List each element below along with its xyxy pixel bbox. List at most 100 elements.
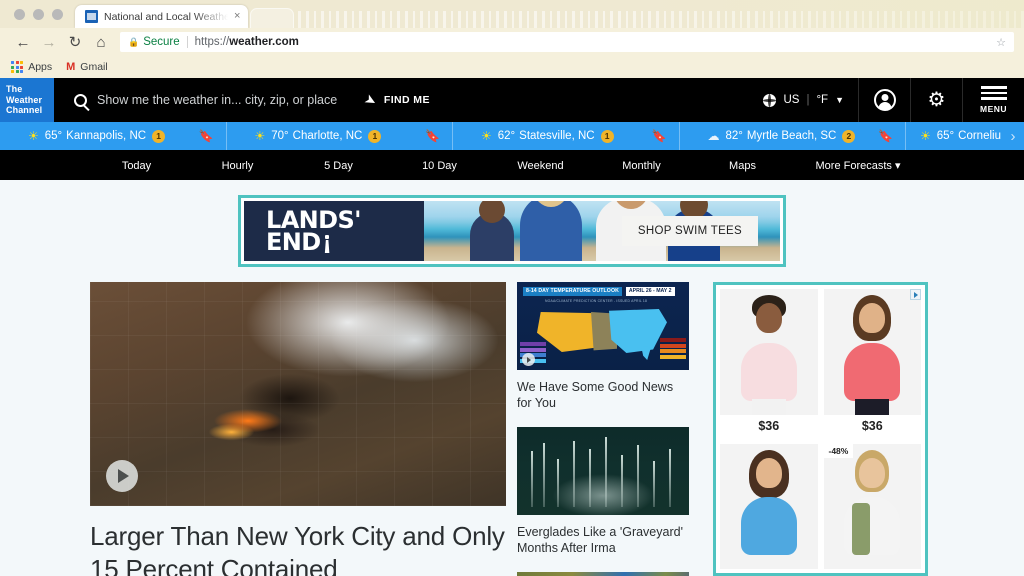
alert-badge[interactable]: 1 xyxy=(601,130,614,143)
nav-tab-hourly[interactable]: Hourly xyxy=(222,160,254,172)
product-price: $36 xyxy=(824,415,922,438)
lock-icon: 🔒 xyxy=(128,37,139,48)
globe-icon xyxy=(763,94,776,107)
sun-icon: ☀ xyxy=(481,130,492,142)
product-tile[interactable]: $36 xyxy=(824,289,922,438)
map-header: 8-14 DAY TEMPERATURE OUTLOOK APRIL 26 - … xyxy=(523,286,683,296)
cloud-icon: ☁ xyxy=(708,130,720,142)
play-button-icon[interactable] xyxy=(106,460,138,492)
location-arrow-icon: ➤ xyxy=(362,91,379,109)
bookmark-icon[interactable]: 🔖 xyxy=(199,130,214,142)
alert-badge[interactable]: 1 xyxy=(152,130,165,143)
close-window-button[interactable] xyxy=(14,9,25,20)
location-city: Corneliu xyxy=(958,130,1001,142)
forward-button[interactable]: → xyxy=(36,35,62,50)
coral-peasant-blouse[interactable] xyxy=(824,289,922,415)
blue-floral-top[interactable] xyxy=(720,444,818,570)
bookmark-apps[interactable]: Apps xyxy=(11,61,60,73)
browser-tab[interactable]: National and Local Weather Ra × xyxy=(75,5,248,28)
omnibox-divider xyxy=(187,36,188,48)
map-legend-right xyxy=(660,338,686,360)
pink-bell-sleeve-top[interactable] xyxy=(720,289,818,415)
menu-label: MENU xyxy=(980,104,1007,114)
web-page: The Weather Channel Show me the weather … xyxy=(0,78,1024,576)
sun-icon: ☀ xyxy=(920,130,931,142)
discount-badge: -48% xyxy=(824,444,854,458)
product-tile[interactable] xyxy=(720,444,818,570)
banner-ad-brand: LANDS' END xyxy=(244,201,424,261)
article-card-thumbnail[interactable] xyxy=(517,572,689,576)
reload-button[interactable]: ↻ xyxy=(62,35,88,50)
site-logo[interactable]: The Weather Channel xyxy=(0,78,54,122)
adchoices-icon[interactable] xyxy=(910,289,921,300)
product-ad-highlight: $36 $36 xyxy=(713,282,928,576)
location-city: Statesville, NC xyxy=(519,130,594,142)
everglades-dead-trees-photo[interactable] xyxy=(517,427,689,515)
close-icon[interactable]: × xyxy=(234,11,240,22)
article-title[interactable]: We Have Some Good News for You xyxy=(517,379,689,411)
location-item[interactable]: ☀ 65° Corneliu xyxy=(906,122,1002,150)
secondary-articles-column: 8-14 DAY TEMPERATURE OUTLOOK APRIL 26 - … xyxy=(517,282,689,576)
wildfire-aerial-image[interactable] xyxy=(90,282,506,506)
bookmarks-bar: Apps M Gmail xyxy=(0,56,1024,78)
address-bar[interactable]: 🔒 Secure https:// weather.com ☆ xyxy=(120,32,1014,52)
maximize-window-button[interactable] xyxy=(52,9,63,20)
new-tab-button[interactable] xyxy=(250,8,294,28)
home-button[interactable]: ⌂ xyxy=(88,35,114,50)
bookmark-gmail[interactable]: M Gmail xyxy=(66,61,116,73)
apps-grid-icon xyxy=(11,61,23,73)
location-temp: 65° xyxy=(937,130,954,142)
region-unit-selector[interactable]: US | °F ▼ xyxy=(749,78,858,122)
bookmark-icon[interactable]: 🔖 xyxy=(878,130,893,142)
banner-ad-photo: SHOP SWIM TEES xyxy=(424,201,780,261)
chevron-down-icon: ▼ xyxy=(835,95,844,105)
logo-line-1: The xyxy=(6,84,54,95)
nav-tab-maps[interactable]: Maps xyxy=(729,160,756,172)
nav-tab-more-forecasts[interactable]: More Forecasts ▾ xyxy=(816,159,901,172)
play-button-icon[interactable] xyxy=(522,353,535,366)
next-locations-button[interactable]: › xyxy=(1002,128,1024,145)
hero-article[interactable]: Larger Than New York City and Only 15 Pe… xyxy=(90,282,506,576)
alert-badge[interactable]: 1 xyxy=(368,130,381,143)
article-card[interactable]: 8-14 DAY TEMPERATURE OUTLOOK APRIL 26 - … xyxy=(517,282,689,411)
menu-button[interactable]: MENU xyxy=(962,78,1024,122)
unit-divider: | xyxy=(806,94,809,106)
green-print-vest[interactable] xyxy=(824,444,922,570)
nav-tab-weekend[interactable]: Weekend xyxy=(517,160,563,172)
location-item[interactable]: ☀ 62° Statesville, NC 1 🔖 xyxy=(453,122,680,150)
logo-line-2: Weather xyxy=(6,95,54,106)
map-dates: APRIL 26 - MAY 2 xyxy=(626,287,675,296)
browser-toolbar: ← → ↻ ⌂ 🔒 Secure https:// weather.com ☆ xyxy=(0,28,1024,56)
shop-swim-tees-button[interactable]: SHOP SWIM TEES xyxy=(622,216,758,246)
location-item[interactable]: ☀ 65° Kannapolis, NC 1 🔖 xyxy=(0,122,227,150)
map-badge: 8-14 DAY TEMPERATURE OUTLOOK xyxy=(523,287,622,296)
window-controls[interactable] xyxy=(0,9,75,28)
alert-badge[interactable]: 2 xyxy=(842,130,855,143)
banner-ad[interactable]: LANDS' END SHOP SWIM TEES xyxy=(244,201,780,261)
nav-tab-today[interactable]: Today xyxy=(122,160,151,172)
star-icon[interactable]: ☆ xyxy=(996,36,1006,49)
nav-tab-5-day[interactable]: 5 Day xyxy=(324,160,353,172)
gmail-icon: M xyxy=(66,61,75,73)
temperature-outlook-map[interactable]: 8-14 DAY TEMPERATURE OUTLOOK APRIL 26 - … xyxy=(517,282,689,370)
product-ad-grid: $36 $36 xyxy=(720,289,921,569)
product-tile[interactable]: -48% xyxy=(824,444,922,570)
location-item[interactable]: ☀ 70° Charlotte, NC 1 🔖 xyxy=(227,122,454,150)
minimize-window-button[interactable] xyxy=(33,9,44,20)
search-area[interactable]: Show me the weather in... city, zip, or … xyxy=(54,93,749,107)
nav-tab-monthly[interactable]: Monthly xyxy=(622,160,661,172)
product-tile[interactable]: $36 xyxy=(720,289,818,438)
hero-headline[interactable]: Larger Than New York City and Only 15 Pe… xyxy=(90,520,506,576)
location-city: Myrtle Beach, SC xyxy=(747,130,836,142)
article-card[interactable]: Everglades Like a 'Graveyard' Months Aft… xyxy=(517,427,689,556)
nav-tab-10-day[interactable]: 10 Day xyxy=(422,160,457,172)
search-input[interactable]: Show me the weather in... city, zip, or … xyxy=(97,93,337,107)
settings-button[interactable]: ⚙ xyxy=(910,78,962,122)
account-button[interactable] xyxy=(858,78,910,122)
location-item[interactable]: ☁ 82° Myrtle Beach, SC 2 🔖 xyxy=(680,122,907,150)
find-me-button[interactable]: ➤ FIND ME xyxy=(365,93,430,107)
back-button[interactable]: ← xyxy=(10,35,36,50)
bookmark-icon[interactable]: 🔖 xyxy=(425,130,440,142)
bookmark-icon[interactable]: 🔖 xyxy=(652,130,667,142)
article-title[interactable]: Everglades Like a 'Graveyard' Months Aft… xyxy=(517,524,689,556)
